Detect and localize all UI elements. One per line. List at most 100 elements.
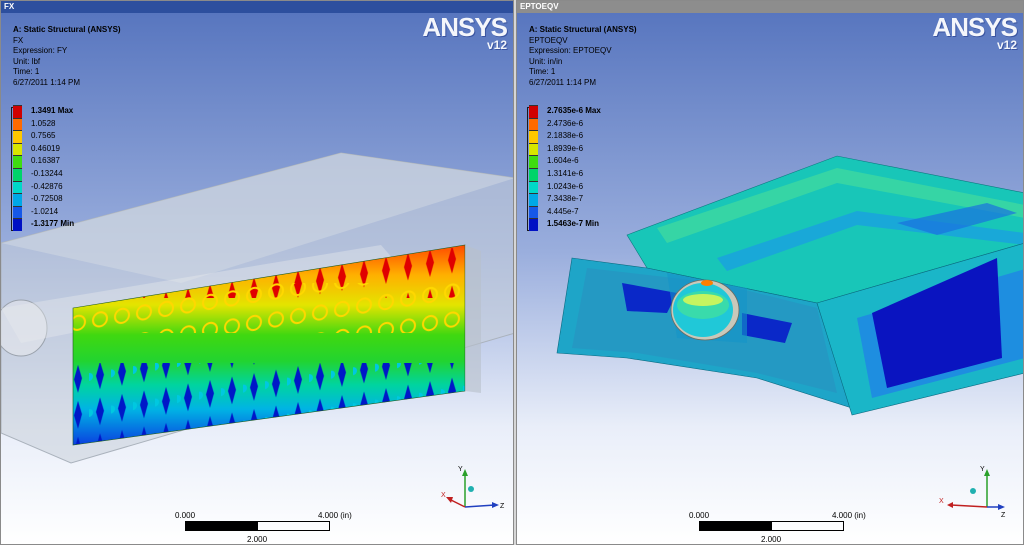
legend-swatch [13,205,22,219]
scale-start: 0.000 [689,511,710,520]
legend-entry: 1.5463e-7 Min [527,218,627,231]
result-expression: Expression: FY [13,46,68,55]
legend-swatch [13,193,22,206]
legend-swatch [13,130,22,143]
coordinate-triad[interactable]: Y Z X [441,459,511,519]
legend-swatch [13,155,22,168]
ansys-logo-text: ANSYS [422,12,508,42]
legend-swatch [13,167,22,181]
legend-value: 1.0243e-6 [547,181,584,191]
result-date: 6/27/2011 1:14 PM [13,77,81,87]
legend-swatch [529,205,538,219]
legend-entry: 1.8939e-6 [527,142,627,156]
viewport-fx[interactable]: FX A: Static Structural (ANSYS) FX Expre… [0,0,514,545]
legend-value: 1.3141e-6 [547,168,584,178]
scale-mid: 2.000 [247,535,268,544]
legend-entry: 0.7565 [11,130,111,143]
legend-swatch [13,105,22,118]
scale-bar-graphic [185,521,330,531]
legend-swatch [13,117,22,131]
result-info: A: Static Structural (ANSYS) EPTOEQV Exp… [529,25,637,88]
legend-entry: 1.0243e-6 [527,180,627,194]
legend-value: -1.0214 [31,206,59,216]
ansys-logo: ANSYS v12 [422,12,508,51]
legend-value: -1.3177 Min [31,219,75,229]
result-expression: Expression: EPTOEQV [529,46,612,55]
legend-value: 2.4736e-6 [547,118,584,128]
ansys-logo: ANSYS v12 [932,12,1018,51]
result-time: Time: 1 [13,67,40,76]
legend-swatch [13,142,22,156]
legend-entry: 0.46019 [11,142,111,156]
legend-value: 2.1838e-6 [547,131,584,141]
result-info: A: Static Structural (ANSYS) FX Expressi… [13,25,121,88]
legend-entry: -0.42876 [11,180,111,194]
scale-end: 4.000 (in) [832,511,866,520]
legend-entry: 0.16387 [11,155,111,168]
axis-z-label: Z [1001,512,1006,519]
result-time: Time: 1 [529,67,556,76]
legend-swatch [529,155,538,168]
axis-z-label: Z [500,503,505,510]
legend-entry: 1.0528 [11,117,111,131]
legend-value: -0.72508 [31,194,63,204]
analysis-name: A: Static Structural (ANSYS) [13,25,121,34]
legend-swatch [529,142,538,156]
result-date: 6/27/2011 1:14 PM [529,77,597,87]
legend-swatch [13,180,22,194]
legend-entry: 1.604e-6 [527,155,627,168]
legend-entry: 4.445e-7 [527,205,627,219]
legend-entry: 2.4736e-6 [527,117,627,131]
coordinate-triad[interactable]: Y Z X [939,459,1009,519]
color-legend[interactable]: 2.7635e-6 Max 2.4736e-6 2.1838e-6 1.8939e-6… [527,105,627,231]
viewport-eptoeqv[interactable]: EPTOEQV A: Static Structural (ANSYS) EPT… [516,0,1024,545]
legend-entry: -0.13244 [11,167,111,181]
axis-x-label: X [441,492,446,499]
axis-y-label: Y [458,466,463,473]
legend-value: -0.42876 [31,181,63,191]
scale-start: 0.000 [175,511,196,520]
legend-entry: -1.0214 [11,205,111,219]
legend-swatch [529,180,538,194]
legend-swatch [529,167,538,181]
legend-entry: -1.3177 Min [11,218,111,231]
scale-mid: 2.000 [761,535,782,544]
legend-swatch [529,193,538,206]
scale-bar-graphic [699,521,844,531]
housing-side [465,245,481,393]
legend-value: 2.7635e-6 Max [547,106,601,115]
legend-value: 4.445e-7 [547,206,579,216]
legend-swatch [529,218,538,231]
ansys-screen: FX A: Static Structural (ANSYS) FX Expre… [0,0,1024,545]
legend-swatch [529,117,538,131]
result-name: EPTOEQV [529,35,568,45]
axis-y-label: Y [980,466,985,473]
legend-entry: 1.3491 Max [11,105,111,118]
legend-entry: 2.7635e-6 Max [527,105,627,118]
ansys-logo-text: ANSYS [932,12,1018,42]
legend-value: 0.7565 [31,131,56,141]
scale-end: 4.000 (in) [318,511,352,520]
analysis-name: A: Static Structural (ANSYS) [529,25,637,34]
legend-value: 1.3491 Max [31,106,74,115]
result-unit: Unit: lbf [13,56,41,66]
legend-value: 1.5463e-7 Min [547,219,600,229]
legend-swatch [529,130,538,143]
legend-swatch [529,105,538,118]
legend-value: 0.46019 [31,143,60,153]
legend-entry: 1.3141e-6 [527,167,627,181]
legend-value: 1.0528 [31,118,56,128]
fx-model-view[interactable] [1,13,514,545]
legend-value: 0.16387 [31,156,60,166]
legend-value: 7.3438e-7 [547,194,584,204]
legend-value: 1.8939e-6 [547,143,584,153]
result-unit: Unit: in/in [529,56,563,66]
result-name: FX [13,35,24,45]
legend-entry: -0.72508 [11,193,111,206]
legend-entry: 7.3438e-7 [527,193,627,206]
color-legend[interactable]: 1.3491 Max 1.0528 0.7565 0.46019 0.16387 -0.1… [11,105,111,231]
legend-value: 1.604e-6 [547,156,579,166]
legend-swatch [13,218,22,231]
axis-x-label: X [939,498,944,505]
legend-entry: 2.1838e-6 [527,130,627,143]
